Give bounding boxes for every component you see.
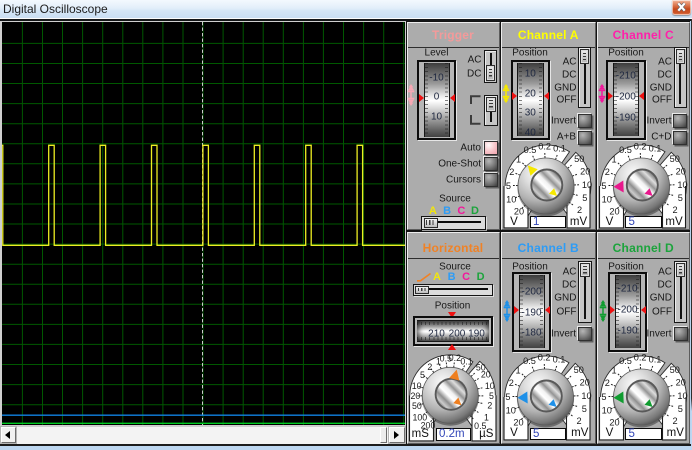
svg-text:2: 2 xyxy=(577,205,582,215)
svg-text:1: 1 xyxy=(516,154,521,164)
svg-text:5: 5 xyxy=(582,404,587,414)
svg-text:10: 10 xyxy=(411,381,421,391)
svg-text:10: 10 xyxy=(677,180,687,190)
svg-text:10: 10 xyxy=(582,180,592,190)
svg-text:10: 10 xyxy=(506,406,516,416)
svg-text:5: 5 xyxy=(601,392,606,402)
svg-text:1: 1 xyxy=(611,365,616,375)
svg-text:0.5: 0.5 xyxy=(619,145,632,155)
svg-text:1: 1 xyxy=(611,154,616,164)
svg-text:0.2: 0.2 xyxy=(538,352,551,362)
svg-text:20: 20 xyxy=(676,378,686,388)
svg-text:50: 50 xyxy=(574,365,584,375)
svg-text:5: 5 xyxy=(678,404,683,414)
svg-text:20: 20 xyxy=(480,369,490,379)
svg-text:10: 10 xyxy=(602,195,612,205)
svg-text:10: 10 xyxy=(581,391,591,401)
svg-text:20: 20 xyxy=(676,167,686,177)
svg-text:20: 20 xyxy=(609,417,619,427)
svg-text:5: 5 xyxy=(506,181,511,191)
svg-text:2: 2 xyxy=(509,167,514,177)
svg-text:2: 2 xyxy=(605,378,610,388)
svg-text:2: 2 xyxy=(672,416,677,426)
svg-text:0.2: 0.2 xyxy=(448,353,460,363)
svg-text:20: 20 xyxy=(580,378,590,388)
svg-text:10: 10 xyxy=(506,195,516,205)
svg-text:20: 20 xyxy=(513,417,523,427)
svg-text:1: 1 xyxy=(515,365,520,375)
svg-text:0.1: 0.1 xyxy=(553,144,566,154)
svg-text:0.2: 0.2 xyxy=(538,141,551,151)
svg-text:2: 2 xyxy=(427,362,432,372)
svg-text:5: 5 xyxy=(420,370,425,380)
svg-text:0.5: 0.5 xyxy=(523,356,536,366)
svg-text:2: 2 xyxy=(487,401,492,411)
svg-text:2: 2 xyxy=(576,416,581,426)
svg-text:5: 5 xyxy=(582,193,587,203)
svg-text:2: 2 xyxy=(605,167,610,177)
svg-text:2: 2 xyxy=(672,205,677,215)
svg-text:0.1: 0.1 xyxy=(649,144,662,154)
svg-text:50: 50 xyxy=(670,365,680,375)
svg-text:5: 5 xyxy=(601,181,606,191)
svg-text:10: 10 xyxy=(484,381,494,391)
svg-text:0.2: 0.2 xyxy=(634,141,647,151)
svg-text:50: 50 xyxy=(574,154,584,164)
svg-text:50: 50 xyxy=(670,154,680,164)
svg-text:20: 20 xyxy=(580,167,590,177)
svg-text:10: 10 xyxy=(602,406,612,416)
svg-text:0.5: 0.5 xyxy=(619,356,632,366)
svg-text:10: 10 xyxy=(677,391,687,401)
svg-text:0.5: 0.5 xyxy=(524,145,537,155)
svg-text:0.2: 0.2 xyxy=(634,352,647,362)
svg-text:0.1: 0.1 xyxy=(460,357,472,367)
svg-text:5: 5 xyxy=(678,193,683,203)
svg-text:50: 50 xyxy=(412,401,422,411)
svg-text:2: 2 xyxy=(509,378,514,388)
svg-text:1: 1 xyxy=(436,357,441,367)
svg-text:0.1: 0.1 xyxy=(649,355,662,365)
svg-text:5: 5 xyxy=(505,392,510,402)
svg-text:20: 20 xyxy=(410,391,420,401)
svg-text:0.1: 0.1 xyxy=(553,355,566,365)
